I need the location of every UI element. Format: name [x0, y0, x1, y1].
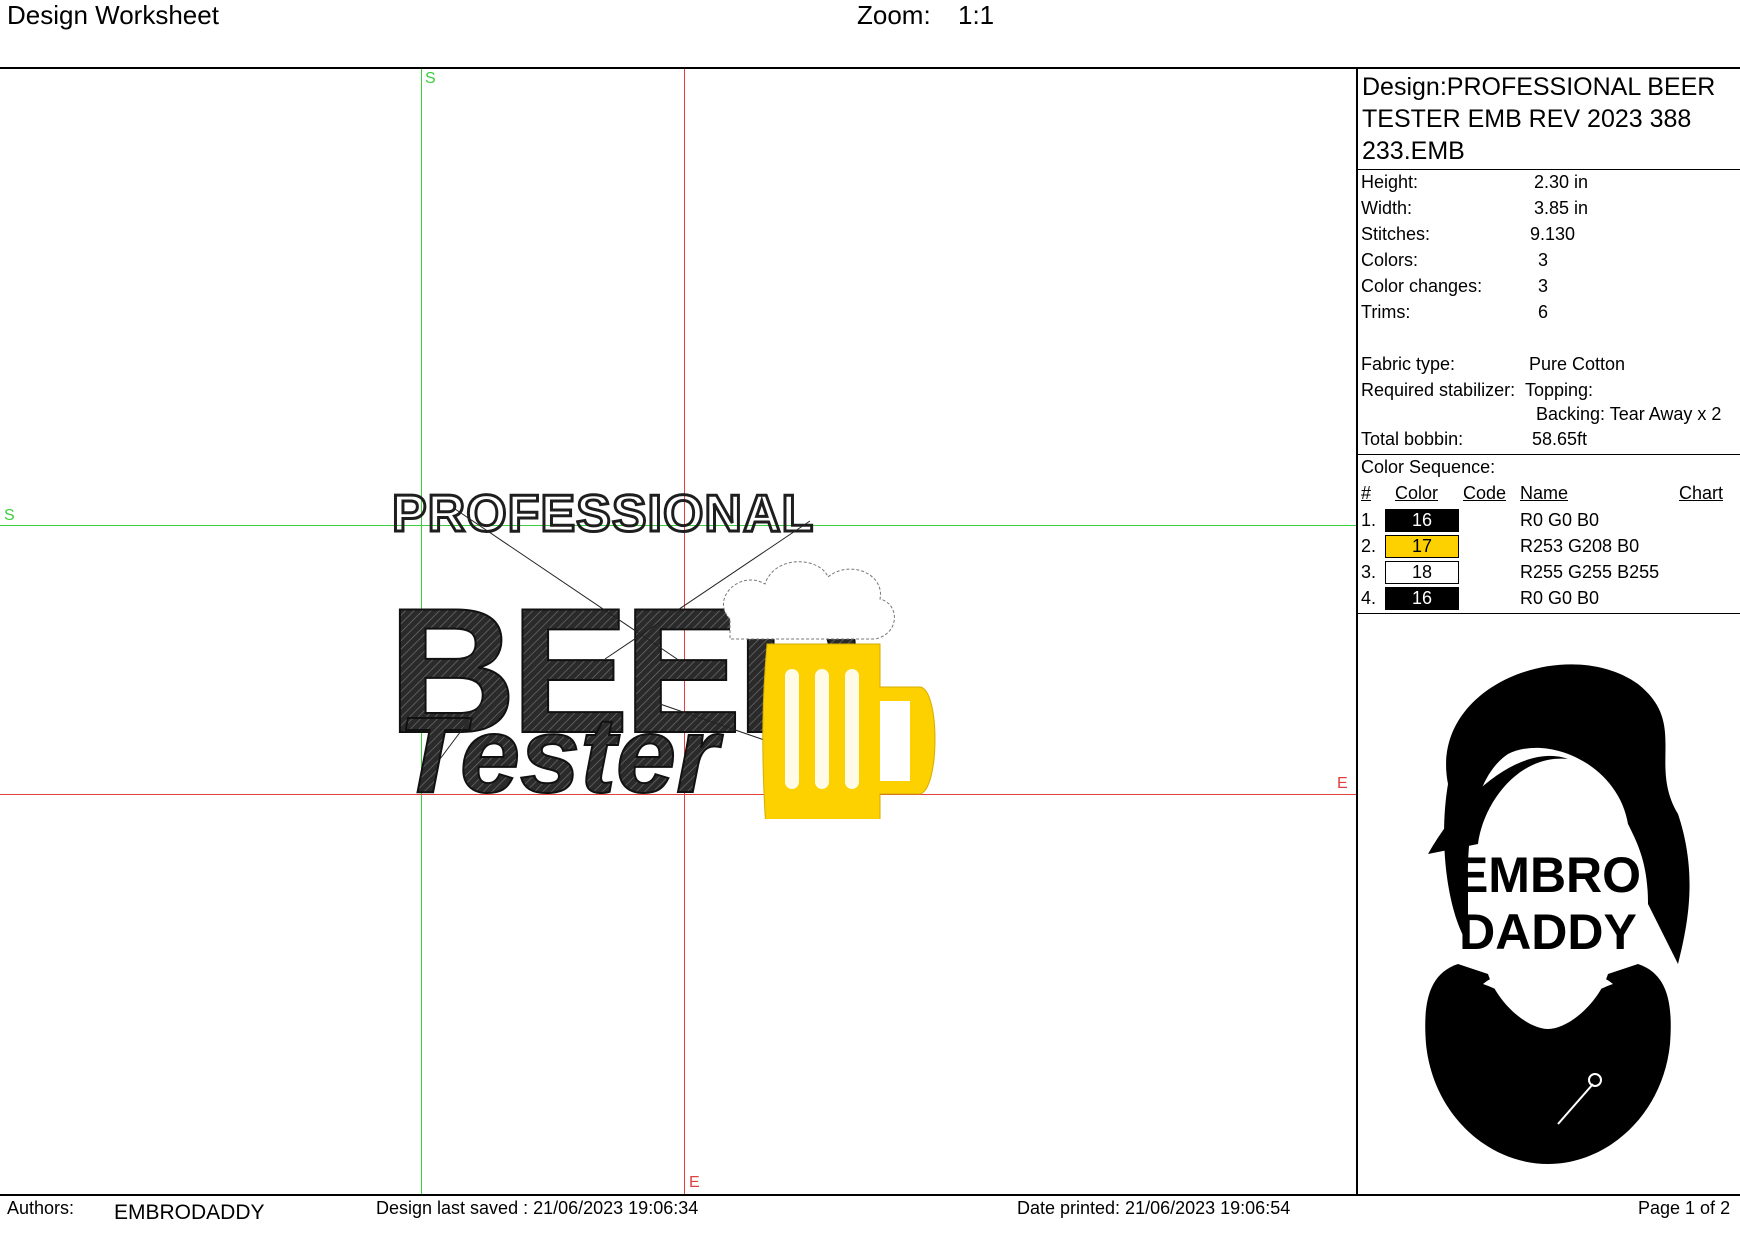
fabric-type-label: Fabric type: — [1361, 354, 1456, 374]
spec-colors-label: Colors: — [1361, 250, 1419, 270]
start-marker-left: S — [4, 507, 15, 524]
spec-trims-value: 6 — [1538, 302, 1549, 322]
spec-stitches-value: 9.130 — [1530, 224, 1576, 244]
end-marker-right: E — [1337, 775, 1348, 792]
col-code-header: Code — [1463, 483, 1507, 503]
embrodaddy-logo: EMBRO DADDY — [1425, 664, 1690, 1164]
authors-value: EMBRODADDY — [114, 1201, 265, 1224]
topping-label: Topping: — [1525, 380, 1594, 400]
stabilizer-label: Required stabilizer: — [1361, 380, 1516, 400]
color-row-3-name: R255 G255 B255 — [1520, 562, 1660, 582]
date-printed: Date printed: 21/06/2023 19:06:54 — [1017, 1198, 1291, 1218]
col-num-header: # — [1361, 483, 1372, 503]
color-row-1-swatch: 16 — [1385, 509, 1459, 532]
design-title: Design:PROFESSIONAL BEER TESTER EMB REV … — [1362, 73, 1716, 165]
col-chart-header: Chart — [1679, 483, 1724, 503]
color-row-4-swatch: 16 — [1385, 587, 1459, 610]
col-name-header: Name — [1520, 483, 1569, 503]
logo-line-1: EMBRO — [1455, 847, 1641, 903]
page-number: Page 1 of 2 — [1638, 1198, 1731, 1218]
end-marker-bottom: E — [689, 1174, 700, 1191]
color-row-3-swatch: 18 — [1385, 561, 1459, 584]
color-row-4-name: R0 G0 B0 — [1520, 588, 1600, 608]
color-row-1-name: R0 G0 B0 — [1520, 510, 1600, 530]
spec-color-changes-value: 3 — [1538, 276, 1549, 296]
color-row-2-name: R253 G208 B0 — [1520, 536, 1640, 556]
artwork-tester-text: Tester — [398, 694, 723, 815]
authors-label: Authors: — [7, 1198, 75, 1218]
spec-width-label: Width: — [1361, 198, 1413, 218]
color-row-2-swatch: 17 — [1385, 535, 1459, 558]
artwork-professional-text: PROFESSIONAL — [392, 485, 814, 543]
spec-color-changes-label: Color changes: — [1361, 276, 1483, 296]
backing-label: Backing: Tear Away x 2 — [1536, 404, 1722, 424]
total-bobbin-label: Total bobbin: — [1361, 429, 1464, 449]
fabric-type-value: Pure Cotton — [1529, 354, 1626, 374]
embroidery-artwork: PROFESSIONAL BEER Tester — [387, 484, 936, 819]
col-color-header: Color — [1395, 483, 1439, 503]
spec-trims-label: Trims: — [1361, 302, 1411, 322]
design-last-saved: Design last saved : 21/06/2023 19:06:34 — [376, 1198, 699, 1218]
design-info-panel: Design:PROFESSIONAL BEER TESTER EMB REV … — [1358, 69, 1740, 1194]
color-row-1-num: 1. — [1361, 510, 1377, 530]
start-marker-top: S — [425, 70, 436, 87]
zoom-value: 1:1 — [958, 0, 995, 30]
spec-stitches-label: Stitches: — [1361, 224, 1431, 244]
total-bobbin-value: 58.65ft — [1532, 429, 1588, 449]
spec-colors-value: 3 — [1538, 250, 1549, 270]
worksheet-title: Design Worksheet — [7, 0, 219, 30]
spec-height-label: Height: — [1361, 172, 1419, 192]
color-sequence-title: Color Sequence: — [1361, 457, 1496, 477]
zoom-label: Zoom: — [857, 0, 931, 30]
color-row-4-num: 4. — [1361, 588, 1377, 608]
logo-line-2: DADDY — [1459, 904, 1637, 960]
spec-width-value: 3.85 in — [1534, 198, 1589, 218]
spec-height-value: 2.30 in — [1534, 172, 1589, 192]
color-row-3-num: 3. — [1361, 562, 1377, 582]
color-row-2-num: 2. — [1361, 536, 1377, 556]
design-canvas: S S E E PROFESSIONAL BEER Tester — [0, 69, 1356, 1194]
